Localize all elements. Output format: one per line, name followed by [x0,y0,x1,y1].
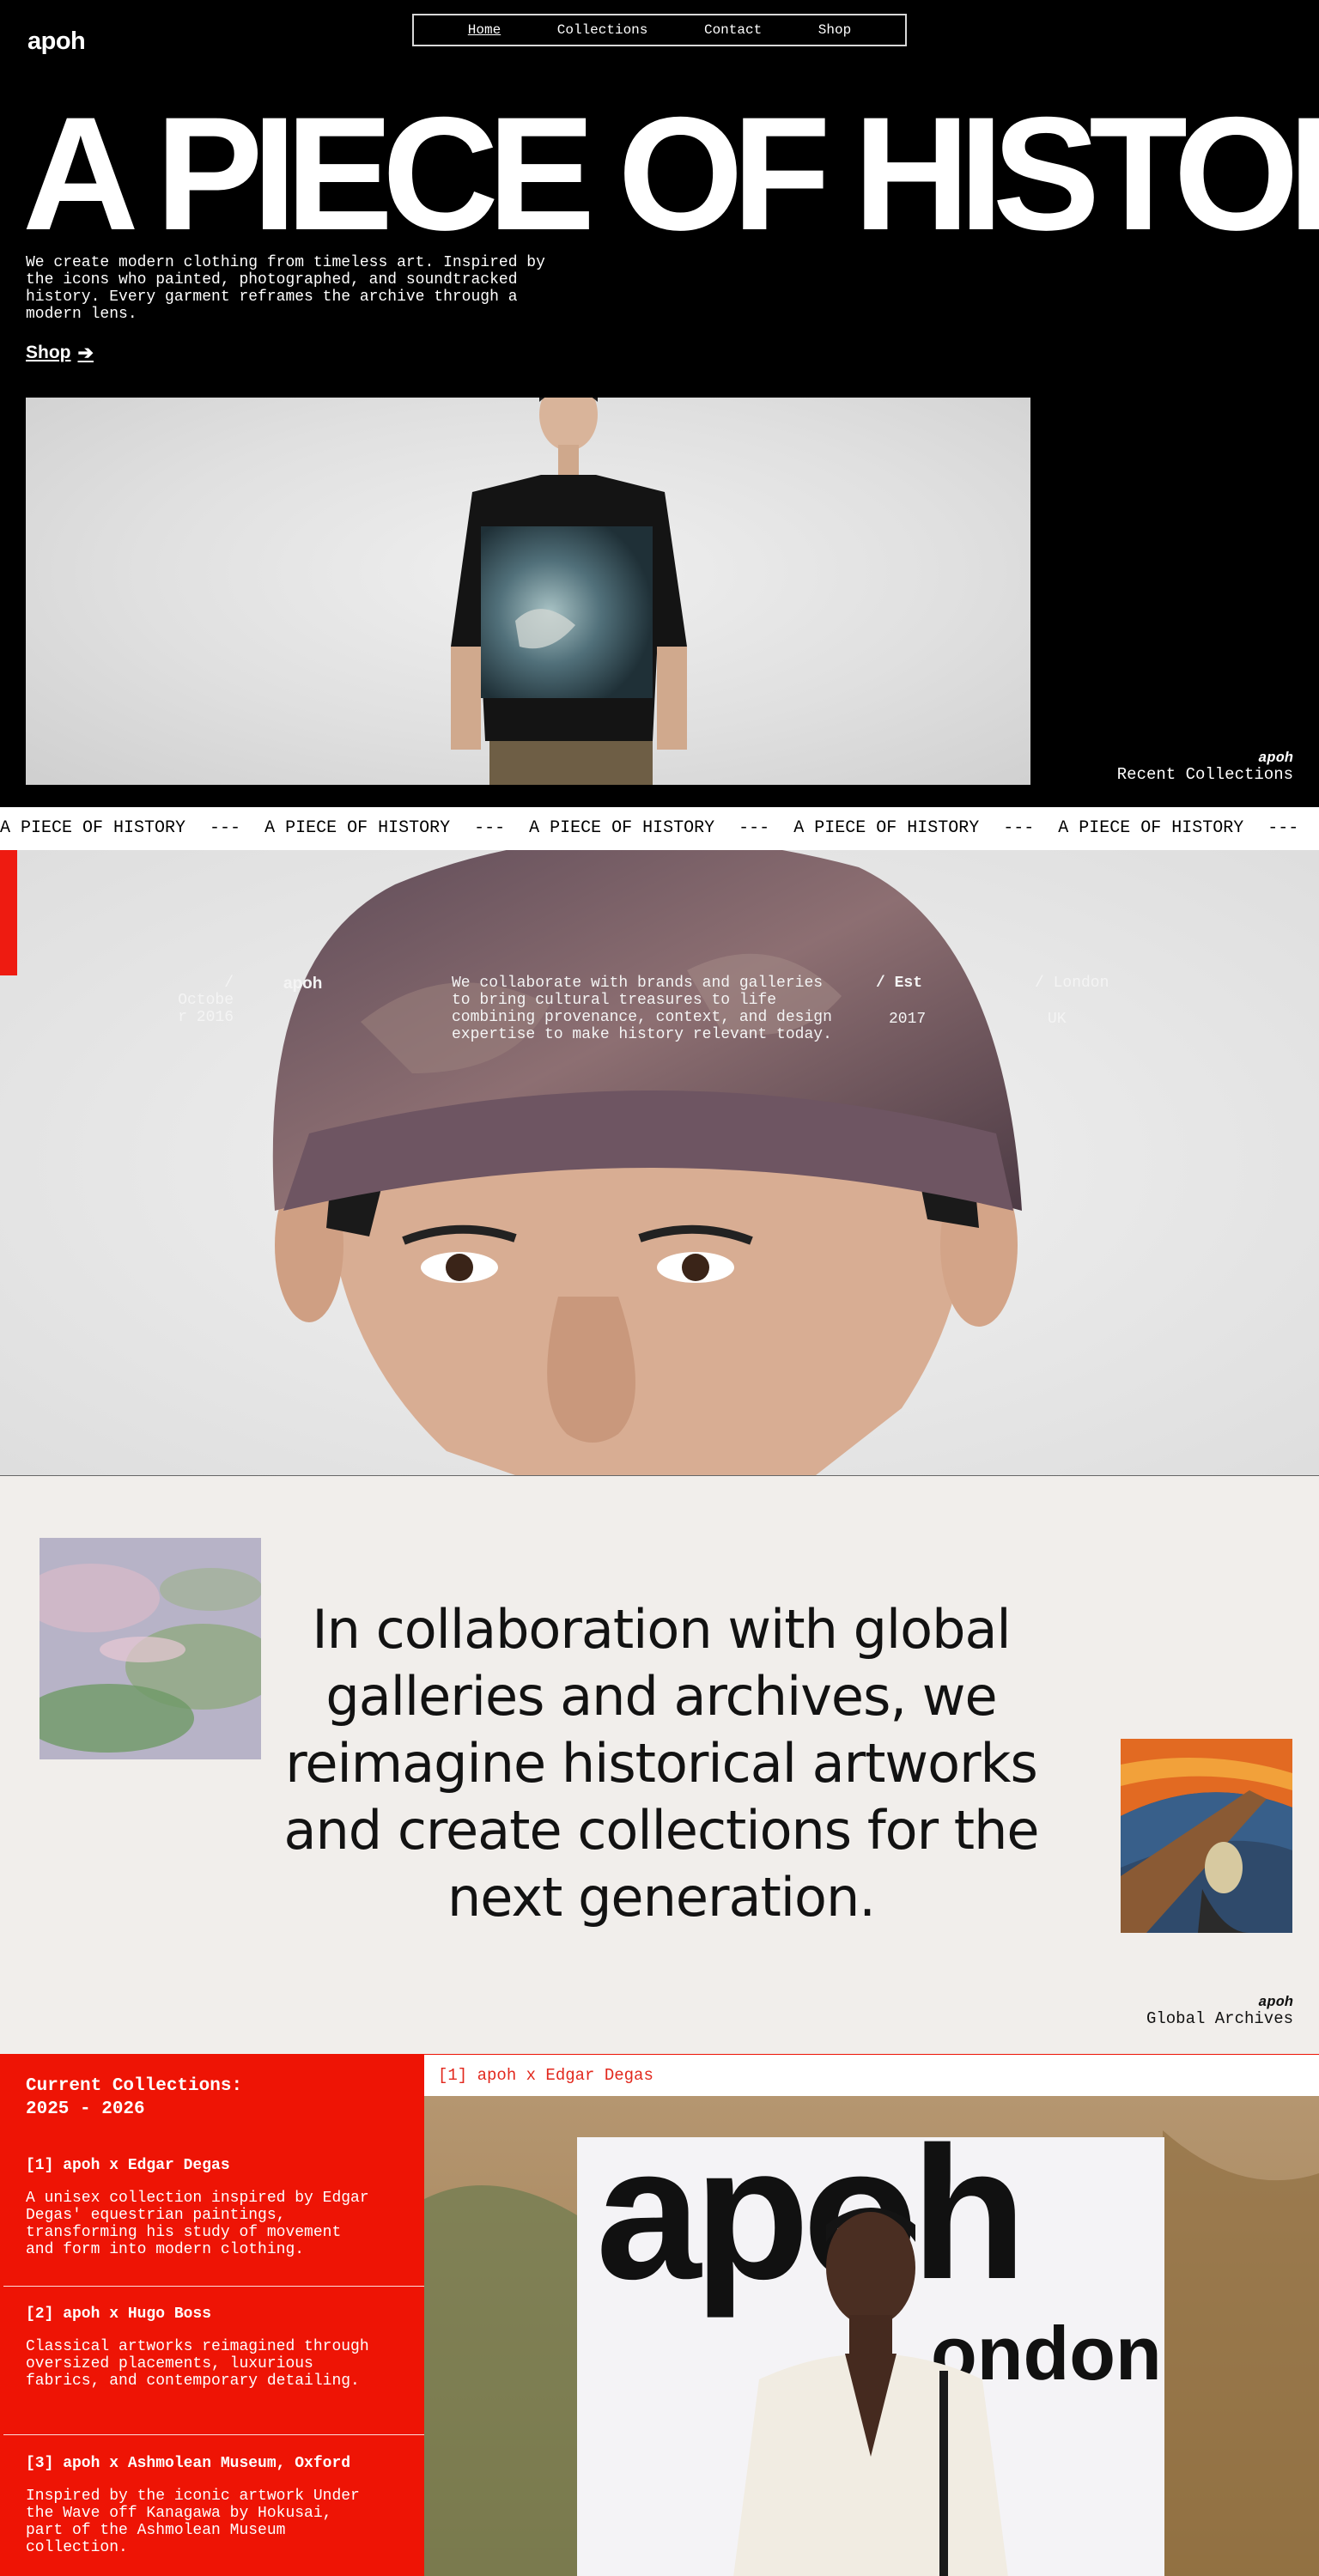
hero-headline: A PIECE OF HISTORY [22,83,1319,264]
collection-preview: [1] apoh x Edgar Degas apoh ondon [424,2054,1319,2576]
shop-link[interactable]: Shop ➔ [26,342,94,364]
arrow-right-icon: ➔ [77,342,94,363]
nav-contact[interactable]: Contact [704,22,762,38]
model-tshirt-image [451,398,687,785]
collection-item-title: [2] apoh x Hugo Boss [26,2306,212,2323]
about-section: / Octobe r 2016 apoh We collaborate with… [0,850,1319,1475]
nav-home[interactable]: Home [468,22,501,38]
marquee-text: A PIECE OF HISTORY [264,818,451,838]
collab-section: In collaboration with global galleries a… [0,1475,1319,2054]
active-collection-label[interactable]: [1] apoh x Edgar Degas [424,2055,1319,2096]
hero-caption-text: Recent Collections [1116,765,1293,784]
divider [3,2434,424,2435]
hero-caption: apoh Recent Collections [1108,750,1293,783]
collection-item-desc: A unisex collection inspired by Edgar De… [26,2190,369,2258]
red-accent-block [0,850,17,975]
degas-campaign-image: apoh ondon [424,2096,1319,2576]
marquee-text: A PIECE OF HISTORY [529,818,715,838]
collection-item-3[interactable]: [3] apoh x Ashmolean Museum, Oxford Insp… [3,2455,424,2556]
collection-item-desc: Inspired by the iconic artwork Under the… [26,2488,360,2556]
marquee-separator: --- [739,818,770,838]
the-scream-artwork [1121,1739,1292,1933]
marquee-separator: --- [1267,818,1299,838]
collab-caption: apoh Global Archives [1108,1995,1293,2027]
poster-word: apoh [596,2107,1020,2318]
about-brand: apoh [283,975,323,993]
brand-logo[interactable]: apoh [27,27,86,56]
collab-statement: In collaboration with global galleries a… [283,1598,1039,1929]
marquee-separator: --- [210,818,241,838]
hero-photo [26,398,1030,785]
collection-item-2[interactable]: [2] apoh x Hugo Boss Classical artworks … [3,2306,424,2390]
nav-shop[interactable]: Shop [818,22,851,38]
country-label: UK [1048,1011,1067,1028]
collab-caption-text: Global Archives [1146,2009,1293,2028]
est-label: / Est [876,975,923,992]
collections-title: Current Collections: 2025 - 2026 [26,2076,243,2119]
founded-label: / Octobe r 2016 [178,975,234,1026]
collections-sidebar: Current Collections: 2025 - 2026 [1] apo… [0,2054,424,2576]
collection-item-desc: Classical artworks reimagined through ov… [26,2338,369,2390]
city-label: / London [1035,975,1109,992]
hero-description: We create modern clothing from timeless … [26,254,545,323]
hero-section: apoh Home Collections Contact Shop A PIE… [0,0,1319,807]
collection-item-title: [3] apoh x Ashmolean Museum, Oxford [26,2455,351,2472]
divider [3,2286,424,2287]
est-year: 2017 [889,1011,927,1028]
marquee-separator: --- [1003,818,1035,838]
about-text: We collaborate with brands and galleries… [452,975,832,1043]
marquee-text: A PIECE OF HISTORY [0,818,186,838]
main-nav: Home Collections Contact Shop [412,14,907,46]
collection-item-title: [1] apoh x Edgar Degas [26,2157,230,2174]
marquee-separator: --- [474,818,506,838]
shop-link-label: Shop [26,343,71,362]
marquee-text: A PIECE OF HISTORY [1058,818,1244,838]
nav-collections[interactable]: Collections [557,22,648,38]
marquee-text: A PIECE OF HISTORY [793,818,980,838]
water-lilies-artwork [40,1538,261,1759]
collection-item-1[interactable]: [1] apoh x Edgar Degas A unisex collecti… [3,2157,424,2258]
marquee-banner: A PIECE OF HISTORY --- A PIECE OF HISTORY -… [0,807,1319,850]
cap-model-image [0,850,1319,1475]
